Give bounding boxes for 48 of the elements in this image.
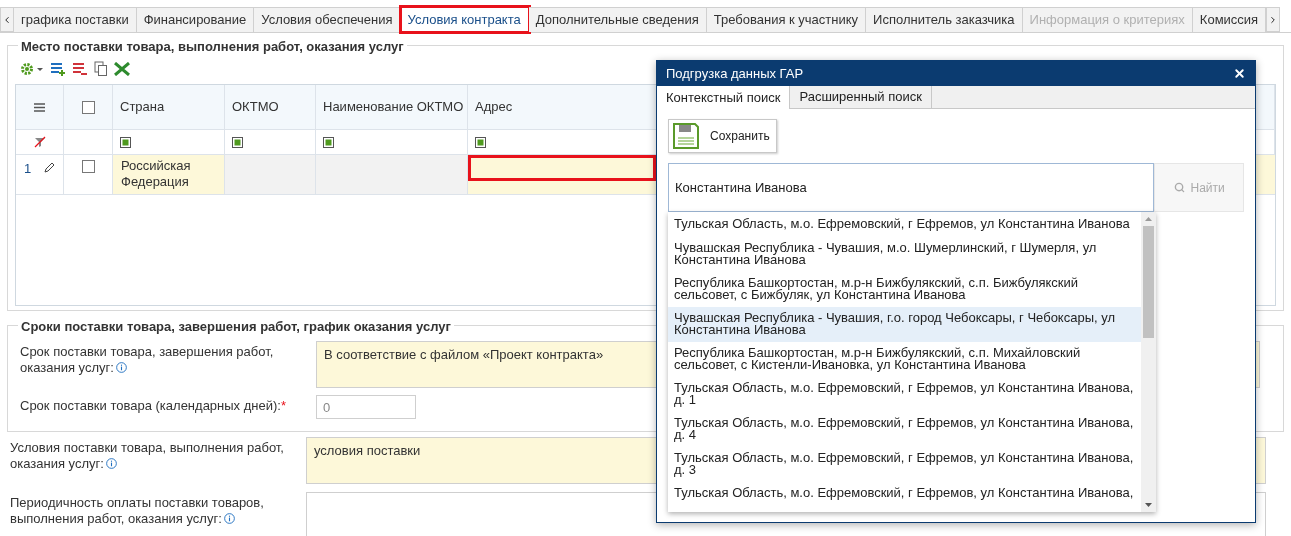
tab[interactable]: Финансирование (136, 7, 255, 32)
search-icon (1173, 182, 1185, 193)
scrollbar[interactable] (1141, 212, 1156, 512)
settings-icon[interactable] (20, 62, 44, 76)
delete-row-icon[interactable] (72, 61, 88, 77)
column-header[interactable]: Страна (113, 85, 225, 129)
scrollbar-thumb[interactable] (1143, 226, 1154, 338)
add-row-icon[interactable] (50, 61, 66, 77)
menu-icon[interactable] (34, 102, 45, 112)
info-icon (223, 513, 235, 524)
suggestion-item[interactable]: Тульская Область, м.о. Ефремовский, г Ефремов, ул Константина Иванова (668, 212, 1141, 237)
suggestion-item[interactable]: Чувашская Республика - Чувашия, г.о. город Чебоксары, г Чебоксары, ул Константина Иванова (668, 306, 1141, 342)
tab[interactable]: Условия обеспечения (254, 7, 401, 32)
table-cell: Российская Федерация (113, 155, 225, 194)
number-input[interactable]: 0 (316, 395, 416, 419)
copy-icon[interactable] (94, 61, 108, 77)
filter-toggle-icon[interactable] (475, 136, 486, 148)
search-input[interactable]: Константина Иванова (668, 163, 1155, 212)
clear-filter-icon[interactable] (33, 136, 46, 148)
field-label: Условия поставки товара, выполнения работ, оказания услуг: (10, 439, 285, 472)
filter-toggle-icon[interactable] (323, 136, 334, 148)
tab[interactable]: Контекстный поиск (657, 86, 791, 109)
info-icon (115, 362, 127, 373)
filter-toggle-icon[interactable] (120, 136, 131, 148)
tab[interactable]: графика поставки (14, 7, 137, 32)
excel-export-icon[interactable] (114, 62, 130, 76)
row-number: 1 (24, 160, 32, 178)
column-header[interactable]: ОКТМО (225, 85, 316, 129)
tab[interactable]: Исполнитель заказчика (866, 7, 1023, 32)
tab[interactable]: Условия контракта (400, 7, 529, 32)
info-icon (105, 458, 117, 469)
checkbox[interactable] (81, 100, 95, 114)
field-label: Срок поставки товара, завершения работ, оказания услуг: (20, 343, 275, 376)
required-mark: * (280, 398, 286, 413)
tab[interactable]: Дополнительные сведения (528, 7, 707, 32)
field-label: Срок поставки товара (календарных дней):* (20, 397, 287, 414)
checkbox[interactable] (81, 160, 95, 173)
tab[interactable]: Требования к участнику (706, 7, 867, 32)
close-button[interactable] (1233, 67, 1246, 80)
save-button[interactable]: Сохранить (668, 119, 777, 153)
pencil-icon[interactable] (44, 162, 55, 173)
tab[interactable]: Комиссия (1192, 7, 1267, 32)
field-label: Периодичность оплаты поставки товаров, выполнения работ, оказания услуг: (10, 494, 265, 527)
dialog-title: Подгрузка данных ГАР (666, 64, 804, 83)
column-header[interactable]: Наименование ОКТМО (316, 85, 468, 129)
filter-toggle-icon[interactable] (232, 136, 243, 148)
address-cell[interactable] (468, 155, 656, 181)
chevron-left-icon (2, 14, 12, 25)
